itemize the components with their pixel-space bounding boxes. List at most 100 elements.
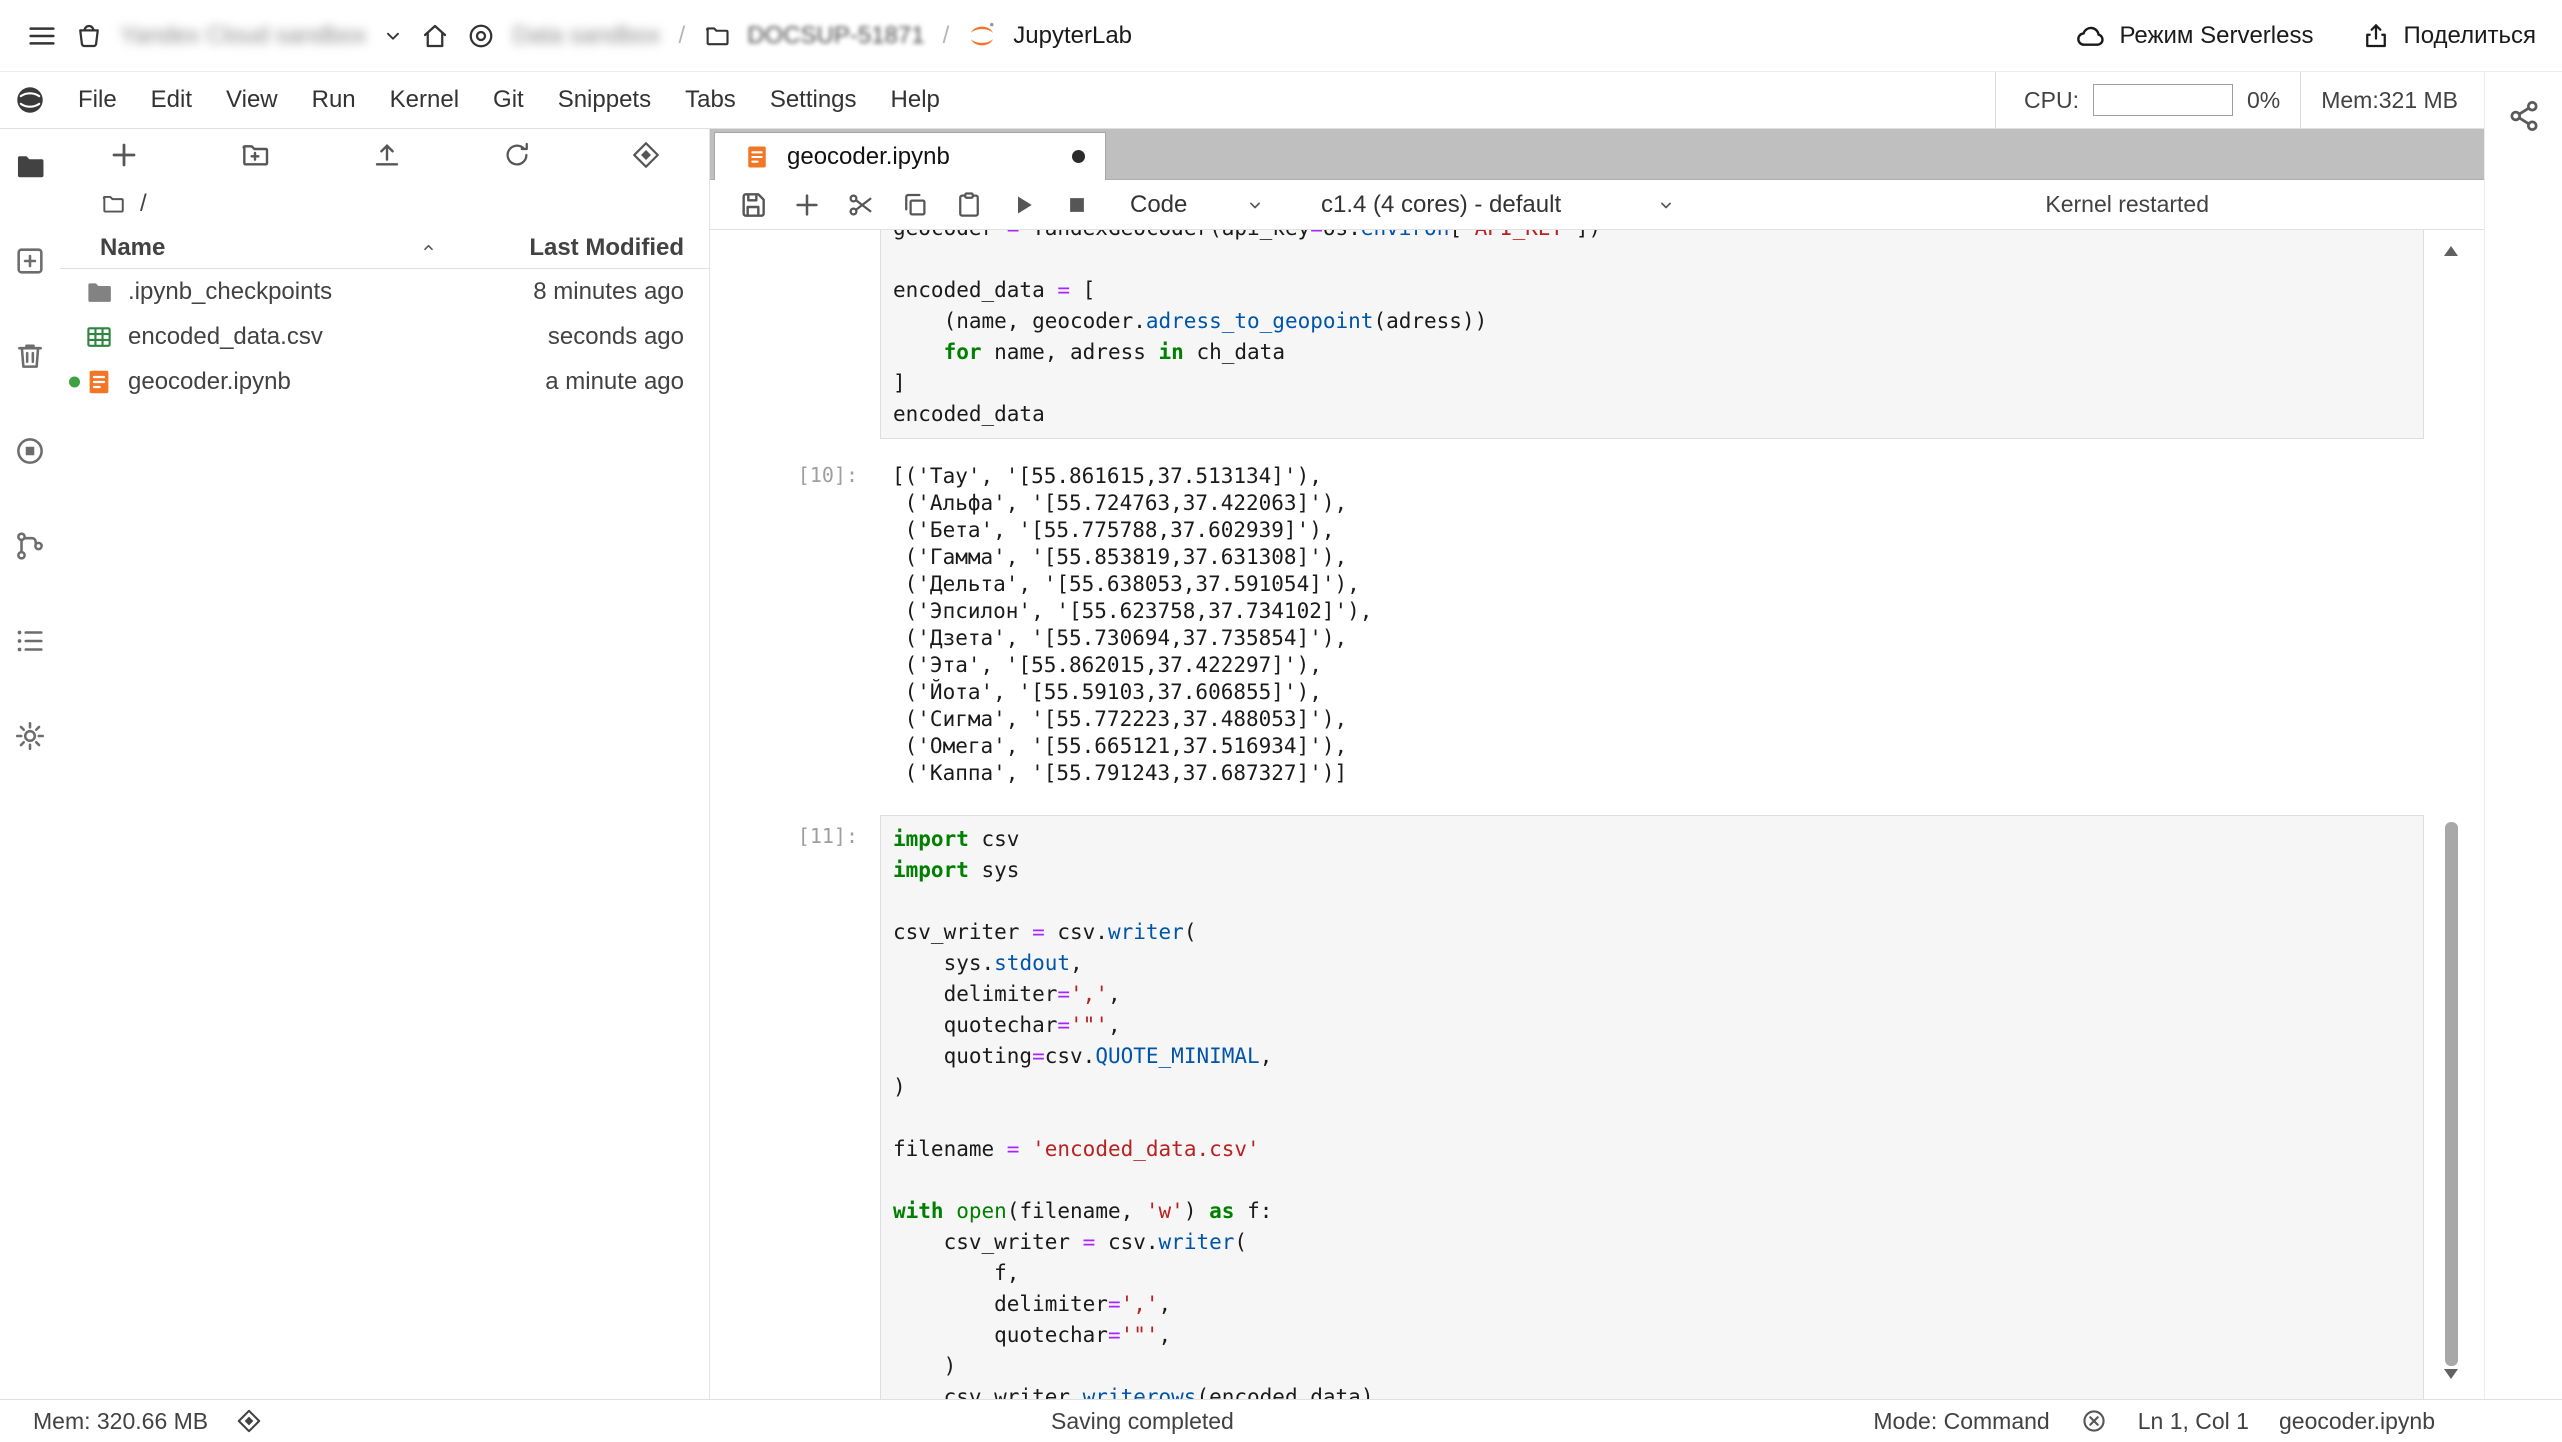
file-row[interactable]: .ipynb_checkpoints 8 minutes ago xyxy=(60,269,709,314)
share-button[interactable]: Поделиться xyxy=(2361,21,2536,51)
datasphere-diamond-icon[interactable] xyxy=(631,140,661,170)
menu-settings[interactable]: Settings xyxy=(753,86,874,114)
folder-icon xyxy=(100,191,126,217)
code-line: f, xyxy=(893,1261,1020,1285)
scroll-up-arrow[interactable] xyxy=(2444,246,2458,256)
output-line: ('Гамма', '[55.853819,37.631308]'), xyxy=(892,545,1348,569)
menu-file[interactable]: File xyxy=(61,86,134,114)
notebook-scroll-area[interactable]: geocoder = YandexGeocoder(api_key=os.env… xyxy=(710,230,2484,1399)
breadcrumb-separator: / xyxy=(678,21,686,49)
file-row[interactable]: encoded_data.csv seconds ago xyxy=(60,314,709,359)
code-line: (name, geocoder.adress_to_geopoint(adres… xyxy=(893,309,1488,333)
menu-git[interactable]: Git xyxy=(476,86,541,114)
stop-kernel-icon[interactable] xyxy=(1060,188,1094,222)
datasphere-diamond-icon[interactable] xyxy=(236,1408,262,1434)
file-list-header: Name Last Modified xyxy=(60,227,709,269)
registry-icon[interactable] xyxy=(466,21,496,51)
cpu-percent: 0% xyxy=(2246,86,2281,113)
save-icon[interactable] xyxy=(736,188,770,222)
code-cell: geocoder = YandexGeocoder(api_key=os.env… xyxy=(710,230,2424,439)
menu-view[interactable]: View xyxy=(209,86,295,114)
chevron-down-icon[interactable] xyxy=(382,25,404,47)
code-line: filename = 'encoded_data.csv' xyxy=(893,1137,1260,1161)
catalog-bucket-icon[interactable] xyxy=(74,21,104,51)
scroll-down-arrow[interactable] xyxy=(2444,1369,2458,1379)
code-line: sys.stdout, xyxy=(893,951,1083,975)
copy-cells-icon[interactable] xyxy=(898,188,932,222)
memory-indicator: Mem: 320.66 MB xyxy=(33,1407,209,1434)
snippets-icon[interactable] xyxy=(13,624,47,658)
cut-cells-icon[interactable] xyxy=(844,188,878,222)
project-name[interactable]: Data sandbox xyxy=(512,22,660,50)
paste-cells-icon[interactable] xyxy=(952,188,986,222)
menu-edit[interactable]: Edit xyxy=(134,86,209,114)
scrollbar[interactable] xyxy=(2441,240,2462,1385)
menu-tabs[interactable]: Tabs xyxy=(668,86,753,114)
share-network-icon[interactable] xyxy=(2506,98,2542,134)
cursor-position-indicator[interactable]: Ln 1, Col 1 xyxy=(2138,1408,2249,1435)
code-editor[interactable]: geocoder = YandexGeocoder(api_key=os.env… xyxy=(880,230,2424,439)
cloud-org-name[interactable]: Yandex Cloud sandbox xyxy=(120,22,366,50)
menu-snippets[interactable]: Snippets xyxy=(541,86,668,114)
folder-file-icon xyxy=(84,277,114,307)
hamburger-menu-icon[interactable] xyxy=(26,20,58,52)
new-resource-icon[interactable] xyxy=(13,244,47,278)
new-folder-icon[interactable] xyxy=(239,139,271,171)
notebook-toolbar: Code c1.4 (4 cores) - default Kernel res… xyxy=(710,180,2484,230)
menu-run[interactable]: Run xyxy=(295,86,373,114)
chevron-down-icon xyxy=(1656,195,1676,215)
menu-help[interactable]: Help xyxy=(874,86,957,114)
output-line: ('Бета', '[55.775788,37.602939]'), xyxy=(892,518,1335,542)
modified-column-label: Last Modified xyxy=(529,233,684,261)
unsaved-changes-dot[interactable] xyxy=(1072,150,1085,163)
code-line: for name, adress in ch_data xyxy=(943,340,1285,364)
code-line: geocoder = YandexGeocoder(api_key=os.env… xyxy=(893,230,2411,244)
scrollbar-thumb[interactable] xyxy=(2445,822,2458,1366)
new-launcher-plus-icon[interactable] xyxy=(108,139,140,171)
folder-icon xyxy=(703,22,731,50)
insert-cell-plus-icon[interactable] xyxy=(790,188,824,222)
upload-icon[interactable] xyxy=(371,139,403,171)
run-cell-icon[interactable] xyxy=(1006,188,1040,222)
file-browser-icon[interactable] xyxy=(13,149,47,183)
menu-kernel[interactable]: Kernel xyxy=(373,86,476,114)
file-name: encoded_data.csv xyxy=(128,322,323,350)
jupyter-logo-icon xyxy=(967,21,997,51)
output-line: [('Тау', '[55.861615,37.513134]'), xyxy=(892,464,1322,488)
output-line: ('Дзета', '[55.730694,37.735854]'), xyxy=(892,626,1348,650)
file-row[interactable]: geocoder.ipynb a minute ago xyxy=(60,359,709,404)
cell-type-dropdown[interactable]: Code xyxy=(1130,191,1265,219)
cloud-icon xyxy=(2075,20,2107,52)
git-icon[interactable] xyxy=(13,529,47,563)
serverless-mode-button[interactable]: Режим Serverless xyxy=(2075,20,2313,52)
editor-mode-indicator[interactable]: Mode: Command xyxy=(1873,1408,2049,1435)
code-editor[interactable]: import csv import sys csv_writer = csv.wr… xyxy=(880,815,2424,1399)
file-breadcrumb[interactable]: / xyxy=(60,181,709,227)
output-line: ('Эта', '[55.862015,37.422297]'), xyxy=(892,653,1322,677)
code-line: ) xyxy=(893,1354,957,1378)
kernel-dropdown[interactable]: c1.4 (4 cores) - default xyxy=(1321,191,1676,219)
refresh-icon[interactable] xyxy=(502,140,532,170)
trash-icon[interactable] xyxy=(13,339,47,373)
divider xyxy=(1995,72,1997,128)
kernel-name: c1.4 (4 cores) - default xyxy=(1321,190,1562,218)
notebook-file-icon xyxy=(743,143,771,171)
tab-geocoder-ipynb[interactable]: geocoder.ipynb xyxy=(714,132,1106,180)
settings-gear-icon[interactable] xyxy=(13,719,47,753)
home-icon[interactable] xyxy=(420,21,450,51)
name-column-header[interactable]: Name xyxy=(60,234,449,262)
modified-column-header[interactable]: Last Modified xyxy=(449,234,709,262)
csv-file-icon xyxy=(84,322,114,352)
code-line: delimiter=',', xyxy=(893,1292,1172,1316)
chevron-down-icon xyxy=(1245,195,1265,215)
file-name: geocoder.ipynb xyxy=(128,367,291,395)
breadcrumb-folder[interactable]: DOCSUP-51871 xyxy=(747,22,924,50)
cell-prompt: [11]: xyxy=(797,824,858,848)
running-kernels-icon[interactable] xyxy=(13,434,47,468)
code-cell: [11]: import csv import sys csv_writer = c… xyxy=(710,815,2424,1399)
kernel-status-icon[interactable] xyxy=(2080,1407,2108,1435)
output-cell: [10]: [('Тау', '[55.861615,37.513134]'), … xyxy=(710,461,2424,789)
serverless-mode-label: Режим Serverless xyxy=(2119,21,2314,49)
kernel-status-message: Kernel restarted xyxy=(2045,191,2209,217)
